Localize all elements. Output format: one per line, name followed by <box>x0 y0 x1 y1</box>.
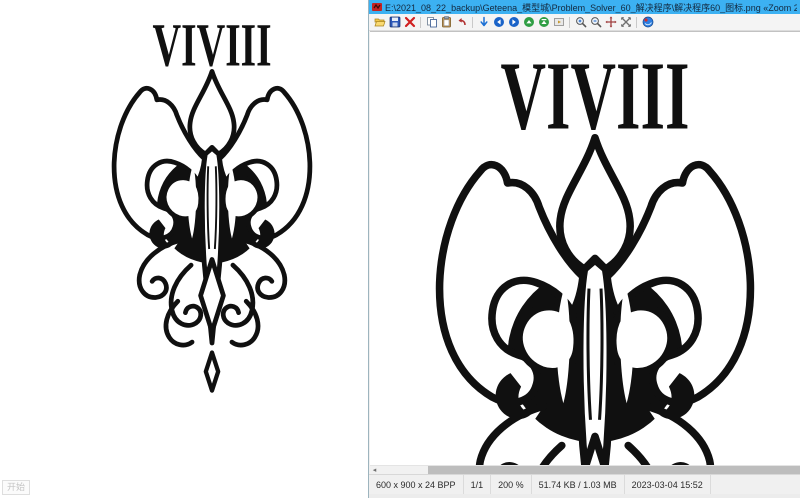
app-icon <box>372 2 382 12</box>
zoom-in-button[interactable] <box>573 15 588 29</box>
zoom-out-icon <box>590 16 602 28</box>
nav-forward-button[interactable] <box>506 15 521 29</box>
open-icon <box>374 16 386 28</box>
pan-button[interactable] <box>603 15 618 29</box>
artwork-preview-small <box>98 16 326 406</box>
nav-up-button[interactable] <box>521 15 536 29</box>
toolbar-separator <box>569 17 570 28</box>
nav-back-button[interactable] <box>491 15 506 29</box>
desktop-area: 开始 <box>0 0 368 498</box>
titlebar[interactable]: E:\2021_08_22_backup\Geteena_模型城\Problem… <box>369 0 800 14</box>
toolbar <box>369 14 800 31</box>
fit-window-button[interactable] <box>618 15 633 29</box>
save-button[interactable] <box>387 15 402 29</box>
status-file-size: 51.74 KB / 1.03 MB <box>532 475 625 494</box>
status-dimensions: 600 x 900 x 24 BPP <box>369 475 464 494</box>
nav-up2-button[interactable] <box>536 15 551 29</box>
about-icon <box>642 16 654 28</box>
zoom-in-icon <box>575 16 587 28</box>
status-datetime: 2023-03-04 15:52 <box>625 475 711 494</box>
toolbar-separator <box>420 17 421 28</box>
prev-file-icon <box>478 16 490 28</box>
nav-forward-icon <box>508 16 520 28</box>
undo-button[interactable] <box>454 15 469 29</box>
slideshow-button[interactable] <box>551 15 566 29</box>
paste-button[interactable] <box>439 15 454 29</box>
image-canvas[interactable] <box>370 31 800 466</box>
copy-button[interactable] <box>424 15 439 29</box>
undo-icon <box>456 16 468 28</box>
prev-file-button[interactable] <box>476 15 491 29</box>
status-page-index: 1/1 <box>464 475 492 494</box>
delete-button[interactable] <box>402 15 417 29</box>
statusbar: 600 x 900 x 24 BPP 1/1 200 % 51.74 KB / … <box>369 474 800 494</box>
window-bottom-frame <box>369 494 800 498</box>
nav-back-icon <box>493 16 505 28</box>
about-button[interactable] <box>640 15 655 29</box>
window-title: E:\2021_08_22_backup\Geteena_模型城\Problem… <box>385 1 797 14</box>
nav-up-icon <box>523 16 535 28</box>
save-icon <box>389 16 401 28</box>
paste-icon <box>441 16 453 28</box>
artwork-zoomed <box>414 50 776 466</box>
copy-icon <box>426 16 438 28</box>
toolbar-separator <box>636 17 637 28</box>
toolbar-separator <box>472 17 473 28</box>
start-button[interactable]: 开始 <box>2 480 30 495</box>
delete-icon <box>404 16 416 28</box>
status-zoom-level: 200 % <box>491 475 532 494</box>
nav-up2-icon <box>538 16 550 28</box>
image-viewer-window: E:\2021_08_22_backup\Geteena_模型城\Problem… <box>368 0 800 498</box>
pan-icon <box>605 16 617 28</box>
fit-window-icon <box>620 16 632 28</box>
zoom-out-button[interactable] <box>588 15 603 29</box>
slideshow-icon <box>553 16 565 28</box>
open-button[interactable] <box>372 15 387 29</box>
